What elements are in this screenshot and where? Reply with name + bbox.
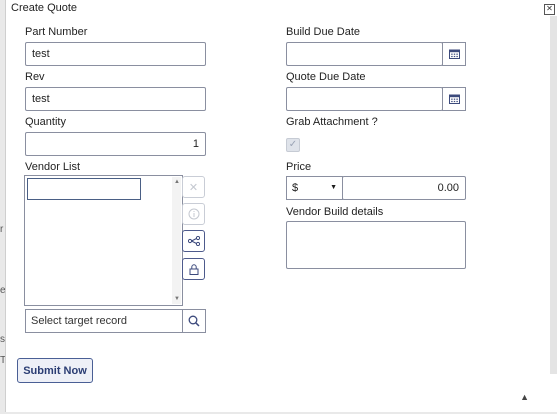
vendor-list-scrollbar[interactable] xyxy=(172,177,181,304)
scroll-up-icon[interactable]: ▲ xyxy=(174,179,180,185)
quote-due-date-label: Quote Due Date xyxy=(286,71,366,83)
vendor-list-label: Vendor List xyxy=(25,161,81,173)
part-number-input[interactable]: test xyxy=(25,42,206,66)
currency-select[interactable]: $ ▼ xyxy=(286,176,343,200)
share-icon xyxy=(187,236,200,246)
grab-attachment-checkbox[interactable]: ✓ xyxy=(286,138,300,152)
checkmark-icon: ✓ xyxy=(288,139,298,150)
price-input[interactable]: 0.00 xyxy=(342,176,466,200)
vendor-list-item[interactable] xyxy=(27,178,141,200)
dialog-scrollbar[interactable] xyxy=(550,16,557,374)
part-number-label: Part Number xyxy=(25,26,88,38)
quantity-label: Quantity xyxy=(25,116,66,128)
share-button[interactable] xyxy=(182,230,205,252)
submit-now-button[interactable]: Submit Now xyxy=(17,358,93,383)
calendar-icon xyxy=(448,49,460,59)
create-quote-dialog: Create Quote ✕ Part Number test Rev test… xyxy=(5,0,557,412)
target-search-button[interactable] xyxy=(182,309,206,333)
close-icon: ✕ xyxy=(188,181,199,194)
target-record-input[interactable]: Select target record xyxy=(25,309,182,333)
remove-vendor-button[interactable]: ✕ xyxy=(182,176,205,198)
build-due-date-calendar-button[interactable] xyxy=(442,42,466,66)
price-label: Price xyxy=(286,161,312,173)
vendor-build-details-label: Vendor Build details xyxy=(286,206,384,218)
rev-label: Rev xyxy=(25,71,45,83)
rev-input[interactable]: test xyxy=(25,87,206,111)
quote-due-date-input[interactable] xyxy=(286,87,443,111)
close-icon[interactable]: ✕ xyxy=(544,4,555,15)
vendor-listbox[interactable]: ▲ ▼ xyxy=(24,175,183,306)
dialog-title: Create Quote xyxy=(11,2,78,14)
info-button[interactable] xyxy=(182,203,205,225)
chevron-up-icon[interactable]: ▲ xyxy=(520,392,529,402)
scroll-down-icon[interactable]: ▼ xyxy=(174,296,180,302)
currency-value: $ xyxy=(292,182,299,194)
quote-due-date-calendar-button[interactable] xyxy=(442,87,466,111)
build-due-date-label: Build Due Date xyxy=(286,26,360,38)
calendar-icon xyxy=(448,94,460,104)
quantity-input[interactable]: 1 xyxy=(25,132,206,156)
vendor-build-details-textarea[interactable] xyxy=(286,221,466,269)
lock-icon xyxy=(189,263,198,275)
grab-attachment-label: Grab Attachment ? xyxy=(286,116,378,128)
lock-button[interactable] xyxy=(182,258,205,280)
build-due-date-input[interactable] xyxy=(286,42,443,66)
info-icon xyxy=(188,208,199,220)
caret-down-icon: ▼ xyxy=(330,184,337,191)
search-icon xyxy=(188,315,200,327)
